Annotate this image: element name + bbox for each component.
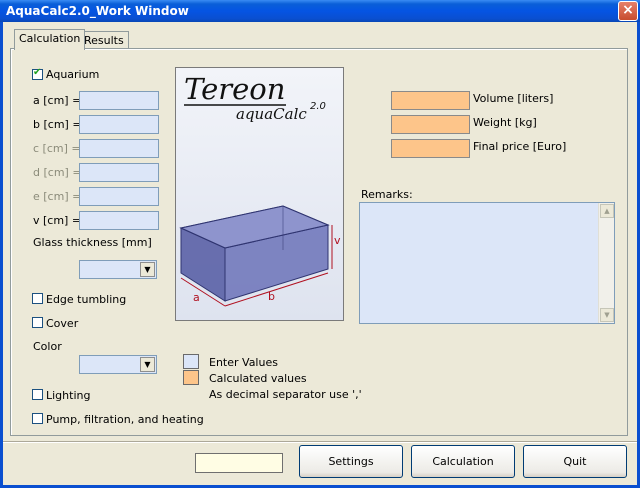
legend-enter-values: Enter Values	[209, 356, 278, 369]
remarks-scrollbar[interactable]: ▲ ▼	[598, 203, 614, 323]
scroll-up-icon[interactable]: ▲	[600, 204, 614, 218]
field-c-label: c [cm] =	[33, 142, 81, 155]
edge-tumbling-label: Edge tumbling	[46, 293, 127, 306]
tab-results[interactable]: Results	[79, 31, 129, 48]
field-e-input[interactable]	[79, 187, 159, 206]
volume-output	[391, 91, 470, 110]
pump-checkbox[interactable]	[32, 413, 43, 424]
legend-calculated-values: Calculated values	[209, 372, 307, 385]
edge-tumbling-checkbox[interactable]	[32, 293, 43, 304]
status-field	[195, 453, 283, 473]
aquarium-checkbox[interactable]	[32, 67, 43, 80]
dim-label-a: a	[193, 291, 200, 304]
field-d-label: d [cm] =	[33, 166, 82, 179]
field-a-label: a [cm] =	[33, 94, 82, 107]
logo-brand: Tereon	[184, 72, 285, 106]
dim-label-v: v	[334, 234, 341, 247]
window-title: AquaCalc2.0_Work Window	[6, 4, 189, 18]
aquarium-image-panel: Tereon aquaCalc 2.0 a b v	[175, 67, 344, 321]
chevron-down-icon[interactable]: ▼	[140, 357, 155, 372]
aquarium-illustration: Tereon aquaCalc 2.0 a b v	[179, 72, 341, 307]
color-select[interactable]: ▼	[79, 355, 157, 374]
field-e-label: e [cm] =	[33, 190, 82, 203]
field-v-label: v [cm] =	[33, 214, 82, 227]
field-b-label: b [cm] =	[33, 118, 82, 131]
settings-button[interactable]: Settings	[299, 445, 403, 478]
field-c-input[interactable]	[79, 139, 159, 158]
window-frame-left	[0, 22, 3, 488]
cover-label: Cover	[46, 317, 79, 330]
color-label: Color	[33, 340, 62, 353]
chevron-down-icon[interactable]: ▼	[140, 262, 155, 277]
glass-thickness-label: Glass thickness [mm]	[33, 236, 152, 249]
price-output	[391, 139, 470, 158]
lighting-label: Lighting	[46, 389, 91, 402]
tab-calculation[interactable]: Calculation	[14, 29, 86, 50]
calculation-button[interactable]: Calculation	[411, 445, 515, 478]
field-v-input[interactable]	[79, 211, 159, 230]
decimal-separator-note: As decimal separator use ','	[209, 388, 362, 401]
lighting-checkbox[interactable]	[32, 389, 43, 400]
dim-label-b: b	[268, 290, 275, 303]
legend-output-swatch	[183, 370, 199, 385]
volume-label: Volume [liters]	[473, 92, 554, 105]
pump-label: Pump, filtration, and heating	[46, 413, 204, 426]
logo-version: 2.0	[310, 101, 326, 112]
weight-label: Weight [kg]	[473, 116, 537, 129]
field-b-input[interactable]	[79, 115, 159, 134]
field-d-input[interactable]	[79, 163, 159, 182]
aquarium-label: Aquarium	[46, 68, 100, 81]
remarks-textarea[interactable]: ▲ ▼	[359, 202, 615, 324]
logo-product: aquaCalc	[236, 105, 307, 123]
field-a-input[interactable]	[79, 91, 159, 110]
scroll-down-icon[interactable]: ▼	[600, 308, 614, 322]
close-button[interactable]: ×	[618, 1, 638, 21]
cover-checkbox[interactable]	[32, 317, 43, 328]
weight-output	[391, 115, 470, 134]
legend-input-swatch	[183, 354, 199, 369]
remarks-label: Remarks:	[361, 188, 413, 201]
title-bar: AquaCalc2.0_Work Window ×	[0, 0, 640, 22]
quit-button[interactable]: Quit	[523, 445, 627, 478]
glass-thickness-select[interactable]: ▼	[79, 260, 157, 279]
close-icon: ×	[622, 2, 634, 18]
footer-separator	[3, 441, 637, 443]
price-label: Final price [Euro]	[473, 140, 567, 153]
